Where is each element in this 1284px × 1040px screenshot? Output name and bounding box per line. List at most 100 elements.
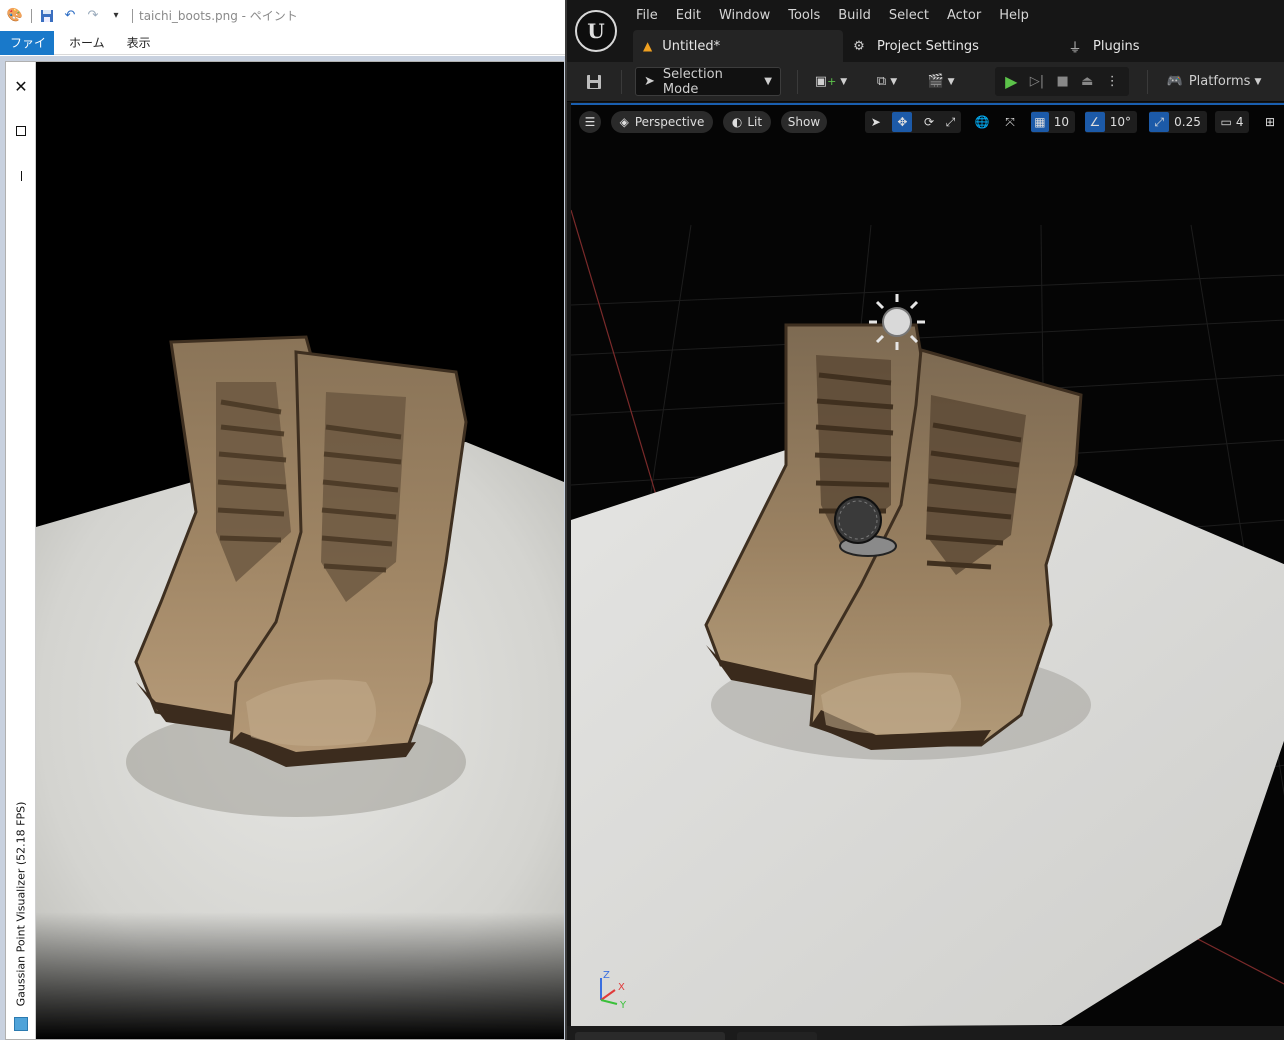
viewport-options-button[interactable]: ☰ [579, 111, 601, 133]
menu-tools[interactable]: Tools [779, 8, 829, 23]
paint-titlebar: 🎨 ↶ ↷ ▾ taichi_boots.png - ペイント [0, 0, 565, 31]
scale-tool-icon[interactable]: ⤢ [946, 115, 956, 130]
customize-quick-access-icon[interactable]: ▾ [107, 7, 125, 25]
platforms-dropdown[interactable]: 🎮 Platforms ▼ [1165, 67, 1263, 96]
angle-icon: ∠ [1085, 112, 1105, 132]
show-button[interactable]: Show [781, 111, 827, 133]
clapperboard-icon: 🎬 [927, 74, 944, 89]
play-icon[interactable]: ▶ [1005, 72, 1017, 91]
visualizer-title-container: Gaussian Point Visualizer (52.18 FPS) [13, 799, 29, 1009]
bottom-tab-content-drawer[interactable] [575, 1032, 725, 1040]
save-button[interactable] [581, 67, 607, 96]
axis-label-x: X [618, 982, 625, 993]
menu-select[interactable]: Select [880, 8, 938, 23]
chevron-down-icon: ▼ [890, 76, 898, 87]
paint-window: 🎨 ↶ ↷ ▾ taichi_boots.png - ペイント ファイル ホーム… [0, 0, 565, 1040]
menu-build[interactable]: Build [829, 8, 880, 23]
blueprint-button[interactable]: ⧉ ▼ [867, 67, 907, 96]
menu-help[interactable]: Help [990, 8, 1038, 23]
chevron-down-icon: ▼ [840, 76, 848, 87]
tab-plugins[interactable]: ⏚ Plugins [1067, 30, 1140, 62]
advance-frame-icon[interactable]: ▷| [1030, 74, 1044, 89]
visualizer-title: Gaussian Point Visualizer (52.18 FPS) [14, 801, 28, 1007]
bottom-tab-output-log[interactable] [737, 1032, 817, 1040]
select-tool-icon[interactable]: ➤ [871, 115, 881, 129]
tab-label: Plugins [1093, 38, 1140, 54]
axis-label-y: Y [619, 1000, 627, 1011]
unreal-logo[interactable]: U [575, 10, 617, 52]
chevron-down-icon: ▼ [764, 76, 772, 87]
platforms-label: Platforms [1188, 74, 1251, 89]
bottom-panel-tabs [567, 1026, 1284, 1040]
perspective-label: Perspective [634, 115, 705, 129]
gaussian-visualizer-window: ✕ Gaussian Point Visualizer (52.18 FPS) [5, 61, 564, 1040]
axis-label-z: Z [603, 970, 610, 981]
toolbar-divider [621, 70, 622, 94]
menu-file[interactable]: File [627, 8, 667, 23]
tab-untitled-level[interactable]: ▲ Untitled* [633, 30, 843, 62]
viewport-toolbar: ☰ ◈ Perspective ◐ Lit Show ➤ ✥ ⟳ ⤢ 🌐 ⤧ ▦… [571, 109, 1284, 135]
globe-icon: 🌐 [974, 115, 990, 129]
lit-label: Lit [747, 115, 763, 129]
plug-icon: ⏚ [1068, 40, 1082, 56]
tab-project-settings[interactable]: ⚙ Project Settings [851, 30, 979, 62]
cinematics-button[interactable]: 🎬 ▼ [921, 67, 961, 96]
stop-icon[interactable]: ■ [1057, 74, 1069, 89]
rotation-snap-button[interactable]: ∠ 10° [1085, 111, 1137, 133]
blueprint-icon: ⧉ [876, 74, 887, 89]
main-toolbar: ➤ Selection Mode ▼ ▣+ ▼ ⧉ ▼ 🎬 ▼ ▶ ▷| ■ ⏏… [567, 62, 1284, 102]
add-actor-button[interactable]: ▣+ ▼ [811, 67, 851, 96]
menu-window[interactable]: Window [710, 8, 779, 23]
scale-icon: ⤢ [1149, 112, 1170, 132]
selection-mode-dropdown[interactable]: ➤ Selection Mode ▼ [635, 67, 781, 97]
boots-render [36, 335, 564, 1039]
layout-grid-icon: ⊞ [1264, 115, 1276, 129]
ribbon-tabs: ファイル ホーム 表示 [0, 31, 565, 74]
paint-app-icon[interactable]: 🎨 [6, 7, 24, 25]
world-space-toggle[interactable]: 🌐 [971, 111, 993, 133]
view-mode-button[interactable]: ◐ Lit [723, 111, 771, 133]
cursor-icon: ➤ [644, 74, 655, 89]
x-axis-line [571, 209, 657, 496]
window-title: taichi_boots.png - ペイント [139, 9, 298, 23]
visualizer-render-view[interactable] [36, 62, 564, 1039]
menu-edit[interactable]: Edit [667, 8, 710, 23]
ribbon-tab-file[interactable]: ファイル [0, 31, 54, 74]
unreal-editor-window: U File Edit Window Tools Build Select Ac… [565, 0, 1284, 1040]
cube-icon: ◈ [619, 115, 629, 129]
viewport-layout-button[interactable]: ⊞ [1259, 111, 1281, 133]
visualizer-app-icon [14, 1017, 28, 1031]
gamepad-icon: 🎮 [1166, 74, 1183, 89]
eject-icon[interactable]: ⏏ [1081, 74, 1093, 89]
maximize-icon[interactable] [11, 121, 31, 141]
save-icon[interactable] [38, 7, 56, 25]
undo-icon[interactable]: ↶ [61, 7, 79, 25]
camera-speed-value: 4 [1235, 115, 1244, 129]
minimize-icon[interactable] [11, 166, 31, 186]
toolbar-divider [797, 70, 798, 94]
toolbar-divider [1147, 70, 1148, 94]
level-viewport[interactable]: Z X Y ☰ ◈ Perspective ◐ Lit Show ➤ ✥ ⟳ ⤢… [571, 103, 1284, 1026]
chevron-down-icon: ▼ [1254, 76, 1262, 87]
show-label: Show [787, 115, 821, 129]
save-icon [587, 74, 601, 89]
translate-tool-icon[interactable]: ✥ [892, 112, 913, 132]
visualizer-titlebar: ✕ Gaussian Point Visualizer (52.18 FPS) [6, 62, 36, 1039]
more-options-icon[interactable]: ⋮ [1106, 74, 1119, 89]
menu-actor[interactable]: Actor [938, 8, 990, 23]
surface-snap-toggle[interactable]: ⤧ [999, 111, 1021, 133]
grid-snap-button[interactable]: ▦ 10 [1031, 111, 1075, 133]
redo-icon[interactable]: ↷ [84, 7, 102, 25]
rotation-snap-value: 10° [1109, 115, 1131, 129]
close-icon[interactable]: ✕ [11, 76, 31, 96]
hamburger-icon: ☰ [584, 115, 596, 129]
ribbon-tab-view[interactable]: 表示 [116, 31, 162, 55]
play-controls: ▶ ▷| ■ ⏏ ⋮ [995, 67, 1129, 96]
ribbon-tab-home[interactable]: ホーム [58, 31, 116, 55]
perspective-button[interactable]: ◈ Perspective [611, 111, 713, 133]
surface-snap-icon: ⤧ [1005, 114, 1015, 129]
camera-speed-button[interactable]: ▭ 4 [1215, 111, 1249, 133]
lit-sphere-icon: ◐ [731, 115, 743, 129]
rotate-tool-icon[interactable]: ⟳ [924, 115, 934, 129]
scale-snap-button[interactable]: ⤢ 0.25 [1149, 111, 1207, 133]
